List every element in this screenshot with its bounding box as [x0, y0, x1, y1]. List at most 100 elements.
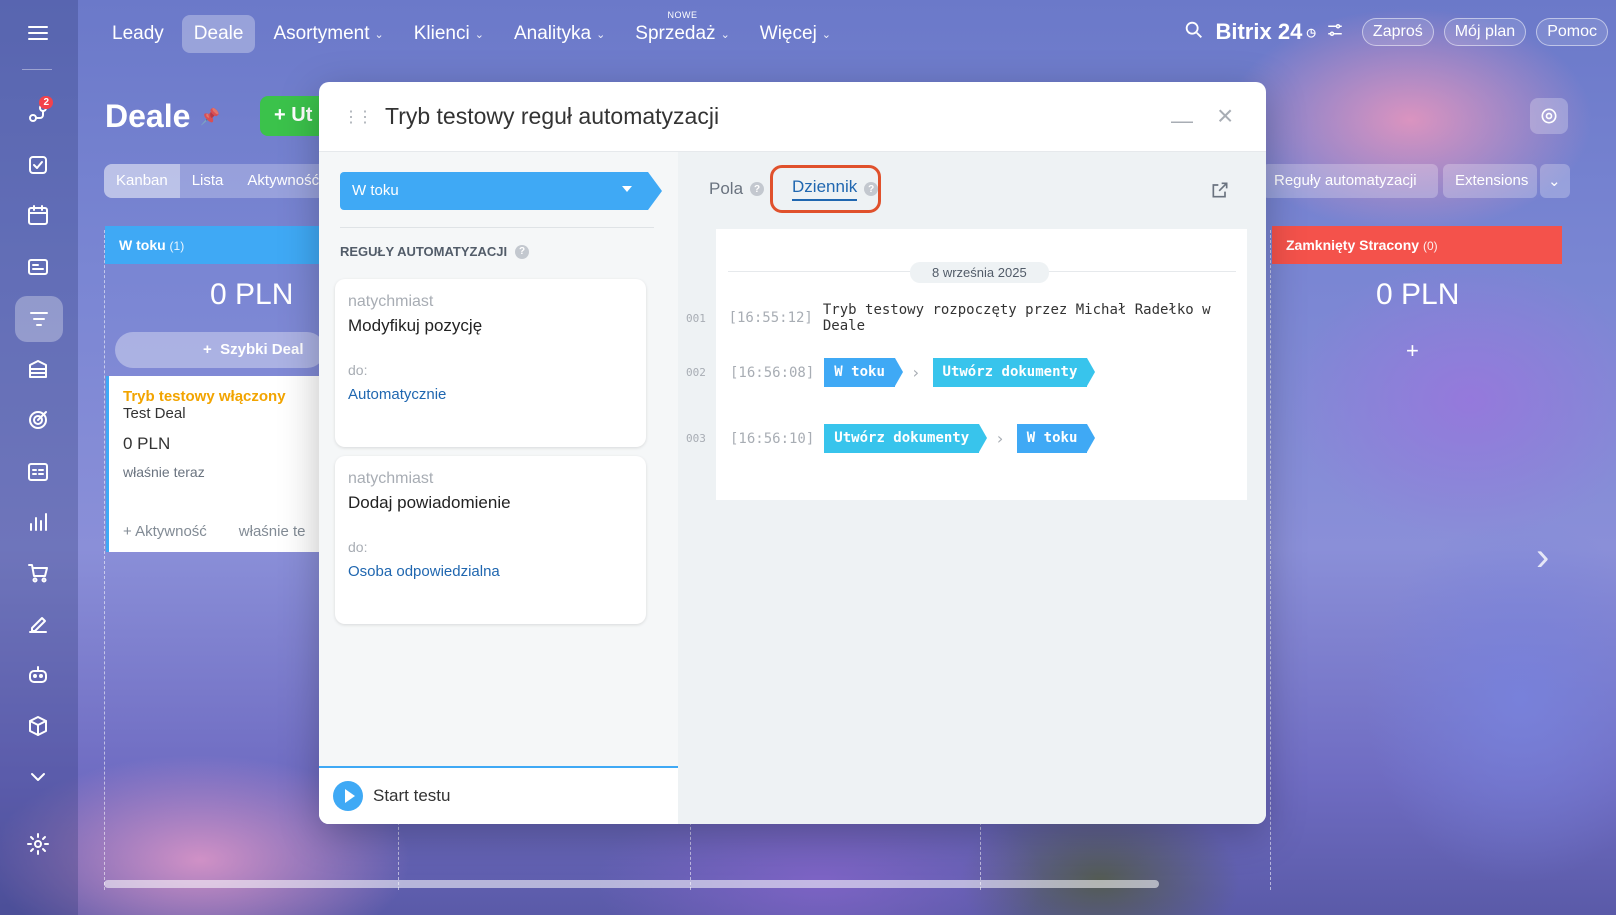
sidebar-divider	[22, 69, 52, 70]
planner-icon[interactable]	[21, 454, 55, 488]
column-header-lost[interactable]: Zamknięty Stracony (0)	[1272, 226, 1562, 264]
rule-timing: natychmiast	[348, 470, 434, 487]
rule-name: Dodaj powiadomienie	[348, 493, 511, 512]
extensions-button[interactable]: Extensions	[1443, 164, 1537, 198]
sign-icon[interactable]	[21, 607, 55, 641]
caret-down-icon	[622, 186, 632, 192]
stage-select[interactable]: W toku	[340, 172, 662, 210]
analytics-icon[interactable]	[21, 505, 55, 539]
quick-deal-button[interactable]: + Szybki Deal	[115, 332, 325, 368]
invite-button[interactable]: Zaproś	[1361, 18, 1434, 46]
tab-list[interactable]: Lista	[180, 164, 236, 198]
open-external-icon[interactable]	[1210, 180, 1230, 205]
chats-icon[interactable]: 2	[21, 96, 55, 130]
company-icon[interactable]	[21, 352, 55, 386]
minimize-icon[interactable]: —	[1171, 108, 1193, 134]
close-icon[interactable]: ×	[1217, 100, 1233, 132]
rules-heading-text: REGUŁY AUTOMATYZACJI	[340, 244, 508, 259]
rule-card[interactable]: natychmiast Modyfikuj pozycję do: Automa…	[335, 279, 646, 447]
search-icon[interactable]	[1183, 19, 1205, 46]
nav-sales[interactable]: NOWE Sprzedaż ⌄	[623, 10, 742, 53]
deal-card[interactable]: Tryb testowy włączony Test Deal 0 PLN wł…	[106, 376, 321, 552]
cart-icon[interactable]	[21, 556, 55, 590]
clock-icon: ◷	[1306, 26, 1316, 39]
sliders-icon[interactable]	[1326, 21, 1344, 44]
tab-activity[interactable]: Aktywność	[235, 164, 331, 198]
new-badge: NOWE	[667, 10, 698, 20]
rule-target-link[interactable]: Automatycznie	[348, 386, 633, 403]
nav-label: Analityka	[513, 23, 592, 44]
stage-select-value: W toku	[352, 182, 399, 199]
log-pane: Pola? Dziennik? 8 września 2025 001 [16:…	[678, 152, 1266, 824]
extensions-dropdown[interactable]: ⌄	[1540, 164, 1570, 198]
rule-name: Modyfikuj pozycję	[348, 316, 483, 335]
page-title: Deale 📌	[105, 98, 220, 135]
chevron-right-icon: ›	[995, 429, 1005, 448]
chevron-right-icon: ›	[910, 363, 921, 382]
log-entry: 001 [16:55:12] Tryb testowy rozpoczęty p…	[686, 302, 1247, 334]
deal-title[interactable]: Test Deal	[123, 405, 186, 422]
nav-deals[interactable]: Deale	[181, 15, 256, 53]
nav-label: Sprzedaż	[635, 23, 716, 44]
column-count: (1)	[169, 239, 185, 253]
help-button[interactable]: Pomoc	[1536, 18, 1608, 46]
deal-time-footer: właśnie te	[238, 523, 306, 540]
tab-fields[interactable]: Pola?	[709, 179, 765, 199]
nav-label: Deale	[193, 23, 244, 44]
nav-more[interactable]: Więcej ⌄	[748, 15, 843, 53]
log-entry-time: [16:56:10]	[730, 430, 815, 447]
help-icon[interactable]: ?	[515, 244, 530, 259]
robot-icon[interactable]	[21, 658, 55, 692]
column-name: Zamknięty Stracony	[1286, 237, 1420, 253]
log-entry-number: 002	[686, 366, 706, 379]
more-chevron-icon[interactable]	[21, 760, 55, 794]
add-deal-plus-icon[interactable]: +	[1406, 338, 1419, 364]
column-header-in-progress[interactable]: W toku (1)	[105, 226, 325, 264]
calendar-icon[interactable]	[21, 198, 55, 232]
deal-sum: 0 PLN	[123, 434, 171, 453]
top-right-controls: Bitrix 24 ◷ Zaproś Mój plan Pomoc	[1183, 18, 1608, 46]
log-entry: 002 [16:56:08] W toku › Utwórz dokumenty	[686, 358, 1097, 387]
settings-icon[interactable]	[21, 827, 55, 861]
start-test-button[interactable]: Start testu	[373, 786, 450, 806]
tab-kanban[interactable]: Kanban	[104, 164, 180, 198]
play-icon[interactable]	[333, 781, 363, 811]
my-plan-button[interactable]: Mój plan	[1443, 18, 1527, 46]
scroll-right-arrow-icon[interactable]: ›	[1536, 535, 1549, 580]
rule-to-label: do:	[348, 362, 368, 378]
crm-funnel-icon[interactable]	[15, 296, 63, 342]
kanban-settings-gear[interactable]	[1530, 98, 1568, 134]
target-icon[interactable]	[21, 403, 55, 437]
rule-to-label: do:	[348, 539, 368, 555]
column-sum: 0 PLN	[210, 278, 294, 311]
column-border	[104, 230, 105, 890]
help-icon[interactable]: ?	[750, 182, 765, 196]
log-entry-time: [16:56:08]	[730, 364, 815, 381]
nav-catalog[interactable]: Asortyment ⌄	[261, 15, 395, 53]
log-panel: 8 września 2025 001 [16:55:12] Tryb test…	[686, 229, 1247, 500]
left-sidebar: 2	[0, 0, 78, 915]
brand-logo: Bitrix 24 ◷	[1215, 19, 1315, 45]
add-activity-link[interactable]: + Aktywność	[123, 523, 207, 540]
brand-text: Bitrix 24	[1215, 19, 1303, 44]
nav-analytics[interactable]: Analityka ⌄	[502, 15, 617, 53]
tasks-icon[interactable]	[21, 148, 55, 182]
pin-icon[interactable]: 📌	[200, 107, 220, 127]
rule-card[interactable]: natychmiast Dodaj powiadomienie do: Osob…	[335, 456, 646, 624]
help-icon[interactable]: ?	[864, 182, 879, 196]
horizontal-scrollbar[interactable]	[104, 880, 1159, 888]
feed-icon[interactable]	[21, 250, 55, 284]
menu-icon[interactable]	[21, 16, 55, 50]
nav-label: Klienci	[413, 23, 470, 44]
automation-rules-button[interactable]: Reguły automatyzacji	[1262, 164, 1438, 198]
drag-handle-icon[interactable]: ⋮⋮	[343, 107, 373, 127]
tab-label: Pola	[709, 179, 744, 198]
box-icon[interactable]	[21, 709, 55, 743]
top-navigation: Leady Deale Asortyment ⌄ Klienci ⌄ Anality…	[100, 10, 849, 54]
nav-leads[interactable]: Leady	[100, 15, 176, 53]
nav-clients[interactable]: Klienci ⌄	[402, 15, 496, 53]
log-entry-number: 001	[686, 311, 706, 325]
tab-log[interactable]: Dziennik?	[792, 177, 879, 201]
stage-from-tag: W toku	[824, 358, 903, 387]
rule-target-link[interactable]: Osoba odpowiedzialna	[348, 563, 633, 580]
